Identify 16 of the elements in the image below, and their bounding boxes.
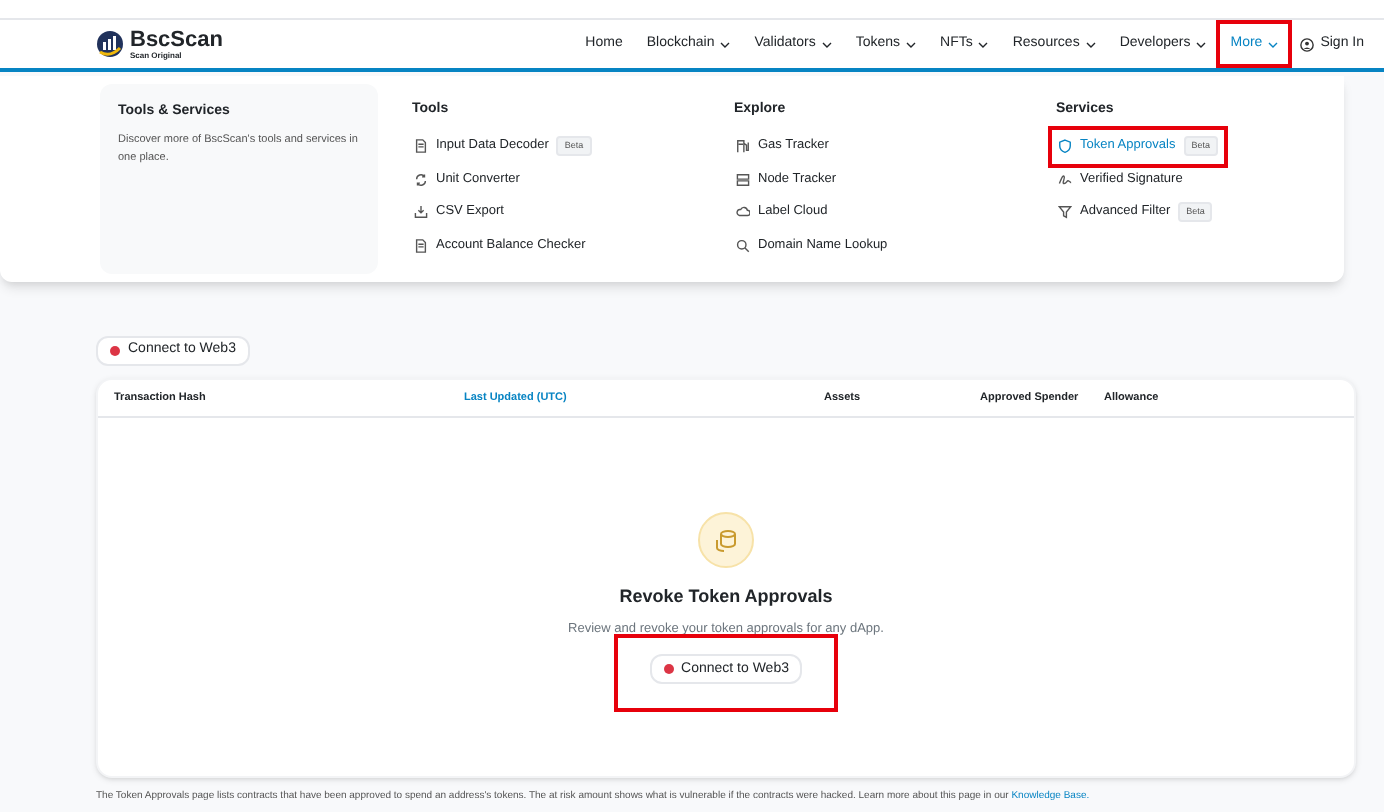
server-icon bbox=[736, 171, 750, 187]
download-icon bbox=[414, 204, 428, 220]
logo-name[interactable]: BscScan bbox=[130, 29, 223, 51]
cloud-icon bbox=[736, 204, 750, 220]
coins-icon bbox=[714, 528, 738, 552]
logo-icon bbox=[96, 30, 124, 58]
filter-icon bbox=[1058, 204, 1072, 220]
refresh-icon bbox=[414, 171, 428, 187]
doc-icon bbox=[414, 138, 428, 154]
empty-state-title: Revoke Token Approvals bbox=[619, 584, 833, 610]
shield-icon bbox=[1058, 138, 1072, 154]
pump-icon bbox=[736, 138, 750, 154]
signature-icon bbox=[1058, 171, 1072, 187]
doc-icon bbox=[414, 237, 428, 253]
search-icon bbox=[736, 237, 750, 253]
user-icon bbox=[1300, 37, 1315, 51]
